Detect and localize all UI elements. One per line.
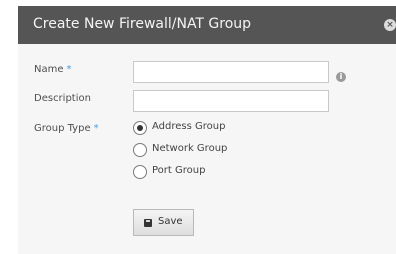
radio-label: Port Group	[152, 165, 206, 176]
info-icon[interactable]: i	[336, 72, 346, 82]
required-marker: *	[93, 123, 99, 134]
description-label: Description	[34, 93, 91, 104]
radio-button[interactable]	[133, 165, 147, 179]
create-group-dialog: Create New Firewall/NAT Group × Name * i …	[18, 6, 396, 254]
dialog-titlebar: Create New Firewall/NAT Group ×	[18, 6, 396, 44]
save-button-label: Save	[158, 216, 183, 227]
description-input[interactable]	[133, 90, 329, 112]
close-icon[interactable]: ×	[384, 19, 396, 31]
radio-label: Network Group	[152, 143, 228, 154]
required-marker: *	[66, 64, 72, 75]
radio-button[interactable]	[133, 143, 147, 157]
radio-label: Address Group	[152, 121, 226, 132]
name-label: Name *	[34, 64, 72, 75]
radio-selected-dot	[137, 125, 143, 131]
name-input[interactable]	[133, 61, 329, 83]
dialog-title: Create New Firewall/NAT Group	[33, 16, 252, 32]
radio-button[interactable]	[133, 121, 147, 135]
floppy-disk-icon	[144, 219, 152, 227]
save-button[interactable]: Save	[133, 209, 194, 236]
group-type-label: Group Type *	[34, 123, 99, 134]
